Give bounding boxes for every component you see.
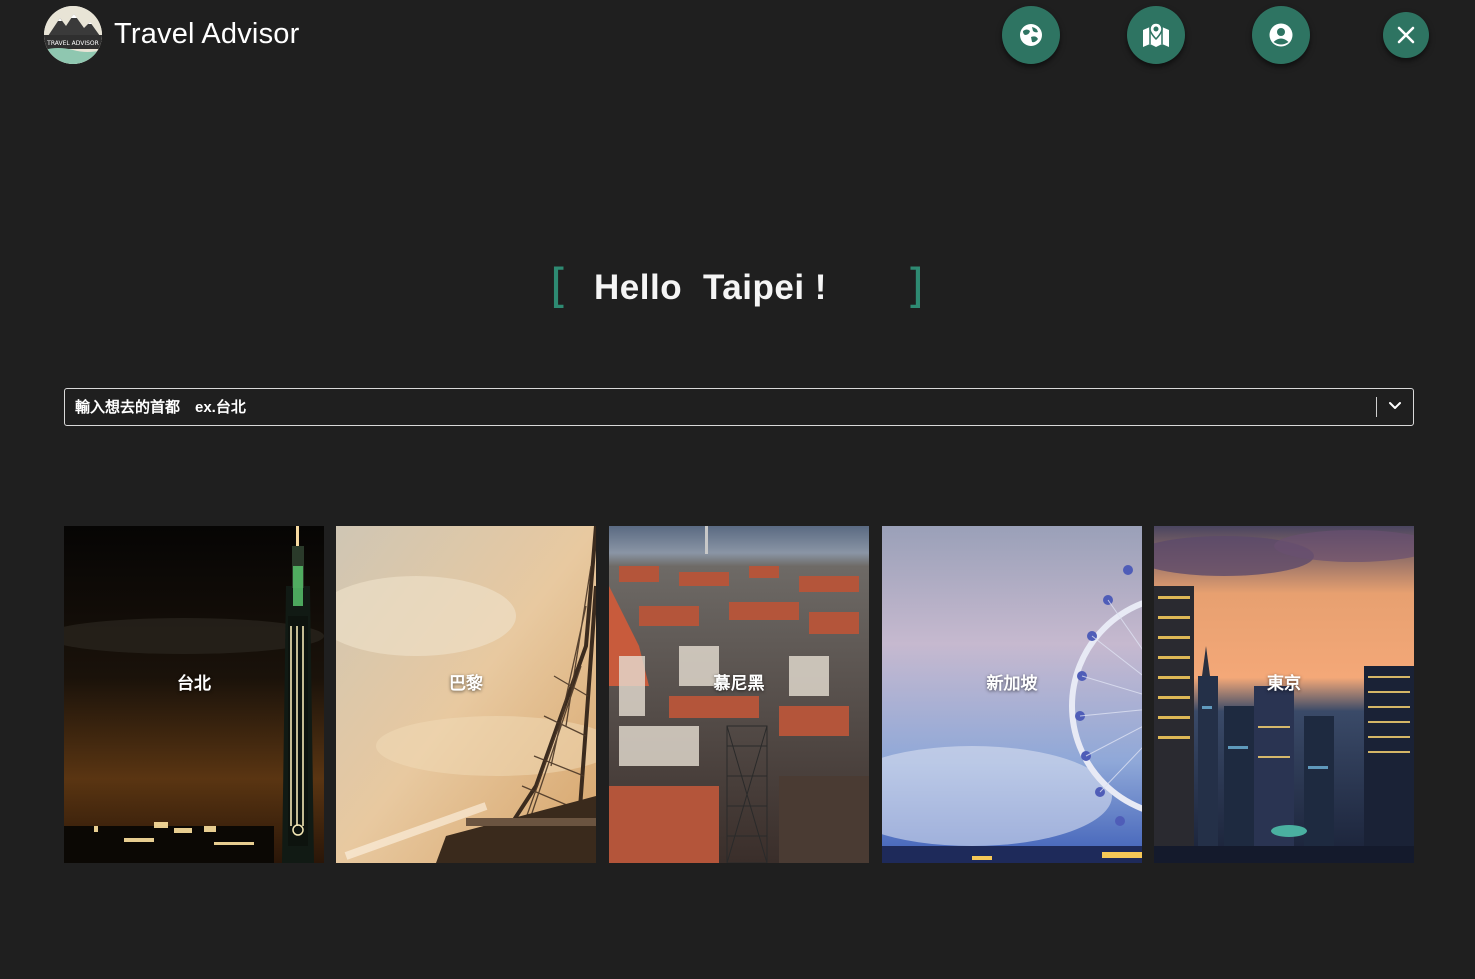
bracket-left: [: [550, 259, 568, 313]
logo: TRAVEL ADVISOR: [44, 6, 102, 64]
capital-search-input[interactable]: [75, 389, 1365, 425]
travel-advisor-page: TRAVEL ADVISOR Travel Advisor [Hello Ta…: [0, 0, 1475, 979]
city-label-munich: 慕尼黑: [713, 674, 765, 693]
chevron-down-icon: [1388, 398, 1402, 416]
profile-button[interactable]: [1252, 6, 1310, 64]
globe-icon: [1018, 22, 1044, 48]
globe-button[interactable]: [1002, 6, 1060, 64]
close-icon: [1397, 26, 1415, 44]
city-card-singapore[interactable]: 新加坡: [882, 526, 1142, 863]
close-button[interactable]: [1383, 12, 1429, 58]
city-label-tokyo: 東京: [1267, 674, 1301, 693]
city-card-taipei[interactable]: 台北: [64, 526, 324, 863]
capital-search: [64, 388, 1414, 426]
hero-greeting: [ Hello Taipei ! ]: [0, 259, 1475, 313]
greeting-text: Hello: [594, 268, 683, 307]
map-button[interactable]: [1127, 6, 1185, 64]
city-card-munich[interactable]: 慕尼黑: [609, 526, 869, 863]
logo-text: TRAVEL ADVISOR: [46, 40, 99, 47]
city-label-singapore: 新加坡: [986, 674, 1038, 693]
search-dropdown-button[interactable]: [1377, 389, 1413, 425]
map-pin-icon: [1141, 21, 1171, 49]
app-title: Travel Advisor: [114, 18, 300, 50]
bracket-right: ]: [906, 259, 924, 313]
city-label-paris: 巴黎: [449, 674, 483, 693]
city-card-tokyo[interactable]: 東京: [1154, 526, 1414, 863]
city-label-taipei: 台北: [177, 674, 211, 693]
greeting-city: Taipei !: [703, 268, 827, 307]
user-circle-icon: [1268, 22, 1294, 48]
city-card-paris[interactable]: 巴黎: [336, 526, 596, 863]
